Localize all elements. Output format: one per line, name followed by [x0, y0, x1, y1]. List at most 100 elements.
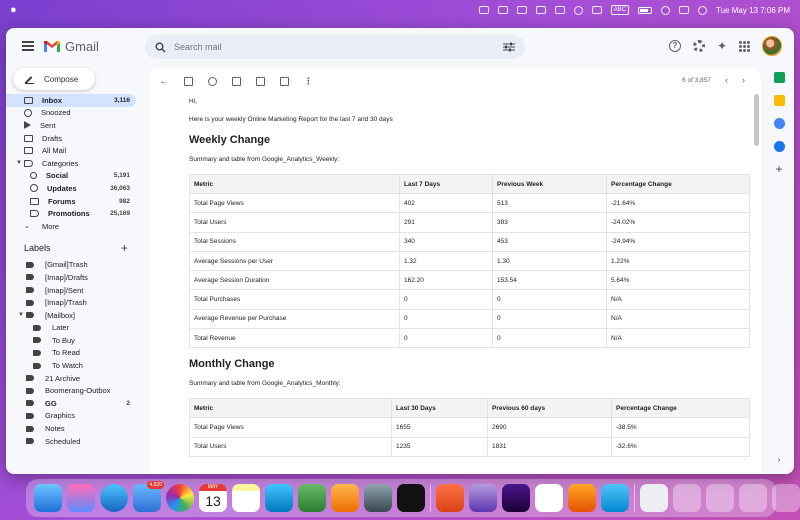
back-arrow-icon[interactable]: ←	[159, 76, 169, 86]
iphone-mirroring-icon[interactable]	[364, 484, 392, 512]
table-cell: 1655	[391, 417, 488, 438]
sidebar-item-social[interactable]: Social 5,191	[6, 170, 136, 183]
battery-icon[interactable]	[638, 6, 653, 14]
stack-icon[interactable]	[706, 484, 734, 512]
calendar-icon[interactable]: MAY 13	[199, 484, 227, 512]
mail-icon[interactable]: 4,920	[133, 481, 164, 512]
chevron-right-icon[interactable]: ›	[778, 455, 781, 464]
settings-gear-icon[interactable]	[692, 40, 705, 52]
add-addon-icon[interactable]: +	[775, 163, 782, 175]
tasks-icon[interactable]	[773, 118, 785, 129]
sidebar-item-label: Promotions	[48, 209, 90, 219]
label-item[interactable]: GG 2	[6, 397, 136, 410]
label-item[interactable]: Boomerang-Outbox	[6, 384, 136, 397]
more-options-icon[interactable]: ⋮	[304, 76, 313, 86]
search-options-icon[interactable]	[503, 42, 515, 52]
chevron-left-icon[interactable]: ‹	[725, 75, 728, 85]
contacts-icon[interactable]	[773, 141, 785, 152]
status-item-icon[interactable]	[497, 6, 508, 14]
label-item[interactable]: To Read	[6, 347, 136, 360]
app-icon[interactable]	[502, 484, 530, 512]
launchpad-icon[interactable]	[67, 484, 95, 512]
label-name: [Imap]/Trash	[45, 298, 87, 308]
mark-unread-icon[interactable]	[256, 76, 265, 86]
screen-icon[interactable]	[591, 6, 602, 14]
collapse-caret-icon[interactable]: ▼	[16, 160, 22, 166]
delete-icon[interactable]	[232, 76, 241, 86]
discord-icon[interactable]	[397, 484, 425, 512]
downloads-stack-icon[interactable]	[673, 484, 701, 512]
collapse-caret-icon[interactable]: ▼	[18, 312, 24, 318]
sidebar-item-sent[interactable]: Sent	[6, 119, 136, 132]
sidebar-item-inbox[interactable]: Inbox 3,116	[6, 94, 136, 107]
label-item[interactable]: [Gmail]Trash	[6, 259, 136, 272]
sidebar-item-updates[interactable]: Updates 36,063	[6, 182, 136, 195]
help-icon[interactable]: ?	[668, 40, 681, 52]
app-icon[interactable]	[601, 484, 629, 512]
label-item[interactable]: [Imap]/Drafts	[6, 271, 136, 284]
compose-button[interactable]: Compose	[13, 68, 95, 90]
chevron-right-icon[interactable]: ›	[742, 75, 745, 85]
google-apps-icon[interactable]	[739, 40, 750, 52]
status-item-icon[interactable]	[535, 6, 546, 14]
label-item[interactable]: To Buy	[6, 334, 136, 347]
pages-icon[interactable]	[331, 484, 359, 512]
label-item[interactable]: To Watch	[6, 359, 136, 372]
stack-icon[interactable]	[739, 484, 767, 512]
label-item[interactable]: 21 Archive	[6, 372, 136, 385]
main-menu-icon[interactable]	[22, 41, 34, 51]
sheets-icon[interactable]	[773, 72, 785, 83]
add-label-icon[interactable]: +	[121, 241, 128, 255]
documents-folder-icon[interactable]	[640, 484, 668, 512]
photos-icon[interactable]	[166, 484, 194, 512]
move-to-icon[interactable]	[280, 76, 289, 86]
menu-bar-clock[interactable]: Tue May 13 7:06 PM	[716, 6, 790, 15]
sidebar-item-promotions[interactable]: Promotions 25,169	[6, 207, 136, 220]
label-item[interactable]: Graphics	[6, 410, 136, 423]
label-item[interactable]: Later	[6, 322, 136, 335]
table-cell: 0	[492, 289, 607, 310]
apple-menu-icon[interactable]: ●	[10, 4, 17, 16]
siri-icon[interactable]	[698, 5, 708, 15]
label-icon	[26, 400, 34, 407]
numbers-icon[interactable]	[298, 484, 326, 512]
input-source-indicator[interactable]: ABC	[610, 5, 630, 15]
sidebar-item-all-mail[interactable]: All Mail	[6, 144, 136, 157]
safari-icon[interactable]	[100, 484, 128, 512]
window-icon[interactable]	[554, 6, 565, 14]
search-bar[interactable]	[145, 35, 525, 59]
finder-icon[interactable]	[34, 484, 62, 512]
app-icon[interactable]	[535, 484, 563, 512]
account-avatar[interactable]	[762, 36, 782, 56]
app-icon[interactable]	[469, 484, 497, 512]
brave-icon[interactable]	[436, 484, 464, 512]
sidebar-item-drafts[interactable]: Drafts	[6, 132, 136, 145]
play-icon[interactable]	[573, 5, 583, 15]
gmail-logo[interactable]: Gmail	[43, 39, 99, 54]
sidebar-item-forums[interactable]: Forums 982	[6, 195, 136, 208]
label-item[interactable]: [Imap]/Sent	[6, 284, 136, 297]
stack-icon[interactable]	[772, 484, 800, 512]
keep-icon[interactable]	[773, 95, 785, 106]
status-item-icon[interactable]	[478, 6, 489, 14]
sidebar-item-categories[interactable]: ▼ Categories	[6, 157, 136, 170]
label-item[interactable]: Notes	[6, 422, 136, 435]
sublime-text-icon[interactable]	[568, 484, 596, 512]
search-input[interactable]	[174, 42, 503, 52]
notes-icon[interactable]	[232, 484, 260, 512]
status-item-icon[interactable]	[516, 6, 527, 14]
wifi-icon[interactable]	[661, 5, 671, 15]
gemini-sparkle-icon[interactable]: ✦	[717, 39, 727, 53]
sidebar-item-snoozed[interactable]: Snoozed	[6, 107, 136, 120]
email-scrollbar[interactable]	[754, 94, 759, 146]
sidebar-item-more[interactable]: ⌄ More	[6, 220, 136, 233]
label-name: Boomerang-Outbox	[45, 386, 111, 396]
label-item[interactable]: [Imap]/Trash	[6, 296, 136, 309]
label-item[interactable]: ▼ [Mailbox]	[6, 309, 136, 322]
app-store-icon[interactable]	[265, 484, 293, 512]
control-center-icon[interactable]	[679, 6, 690, 14]
search-icon[interactable]	[155, 42, 166, 53]
report-spam-icon[interactable]	[208, 76, 217, 86]
archive-icon[interactable]	[184, 76, 193, 86]
label-item[interactable]: Scheduled	[6, 435, 136, 448]
